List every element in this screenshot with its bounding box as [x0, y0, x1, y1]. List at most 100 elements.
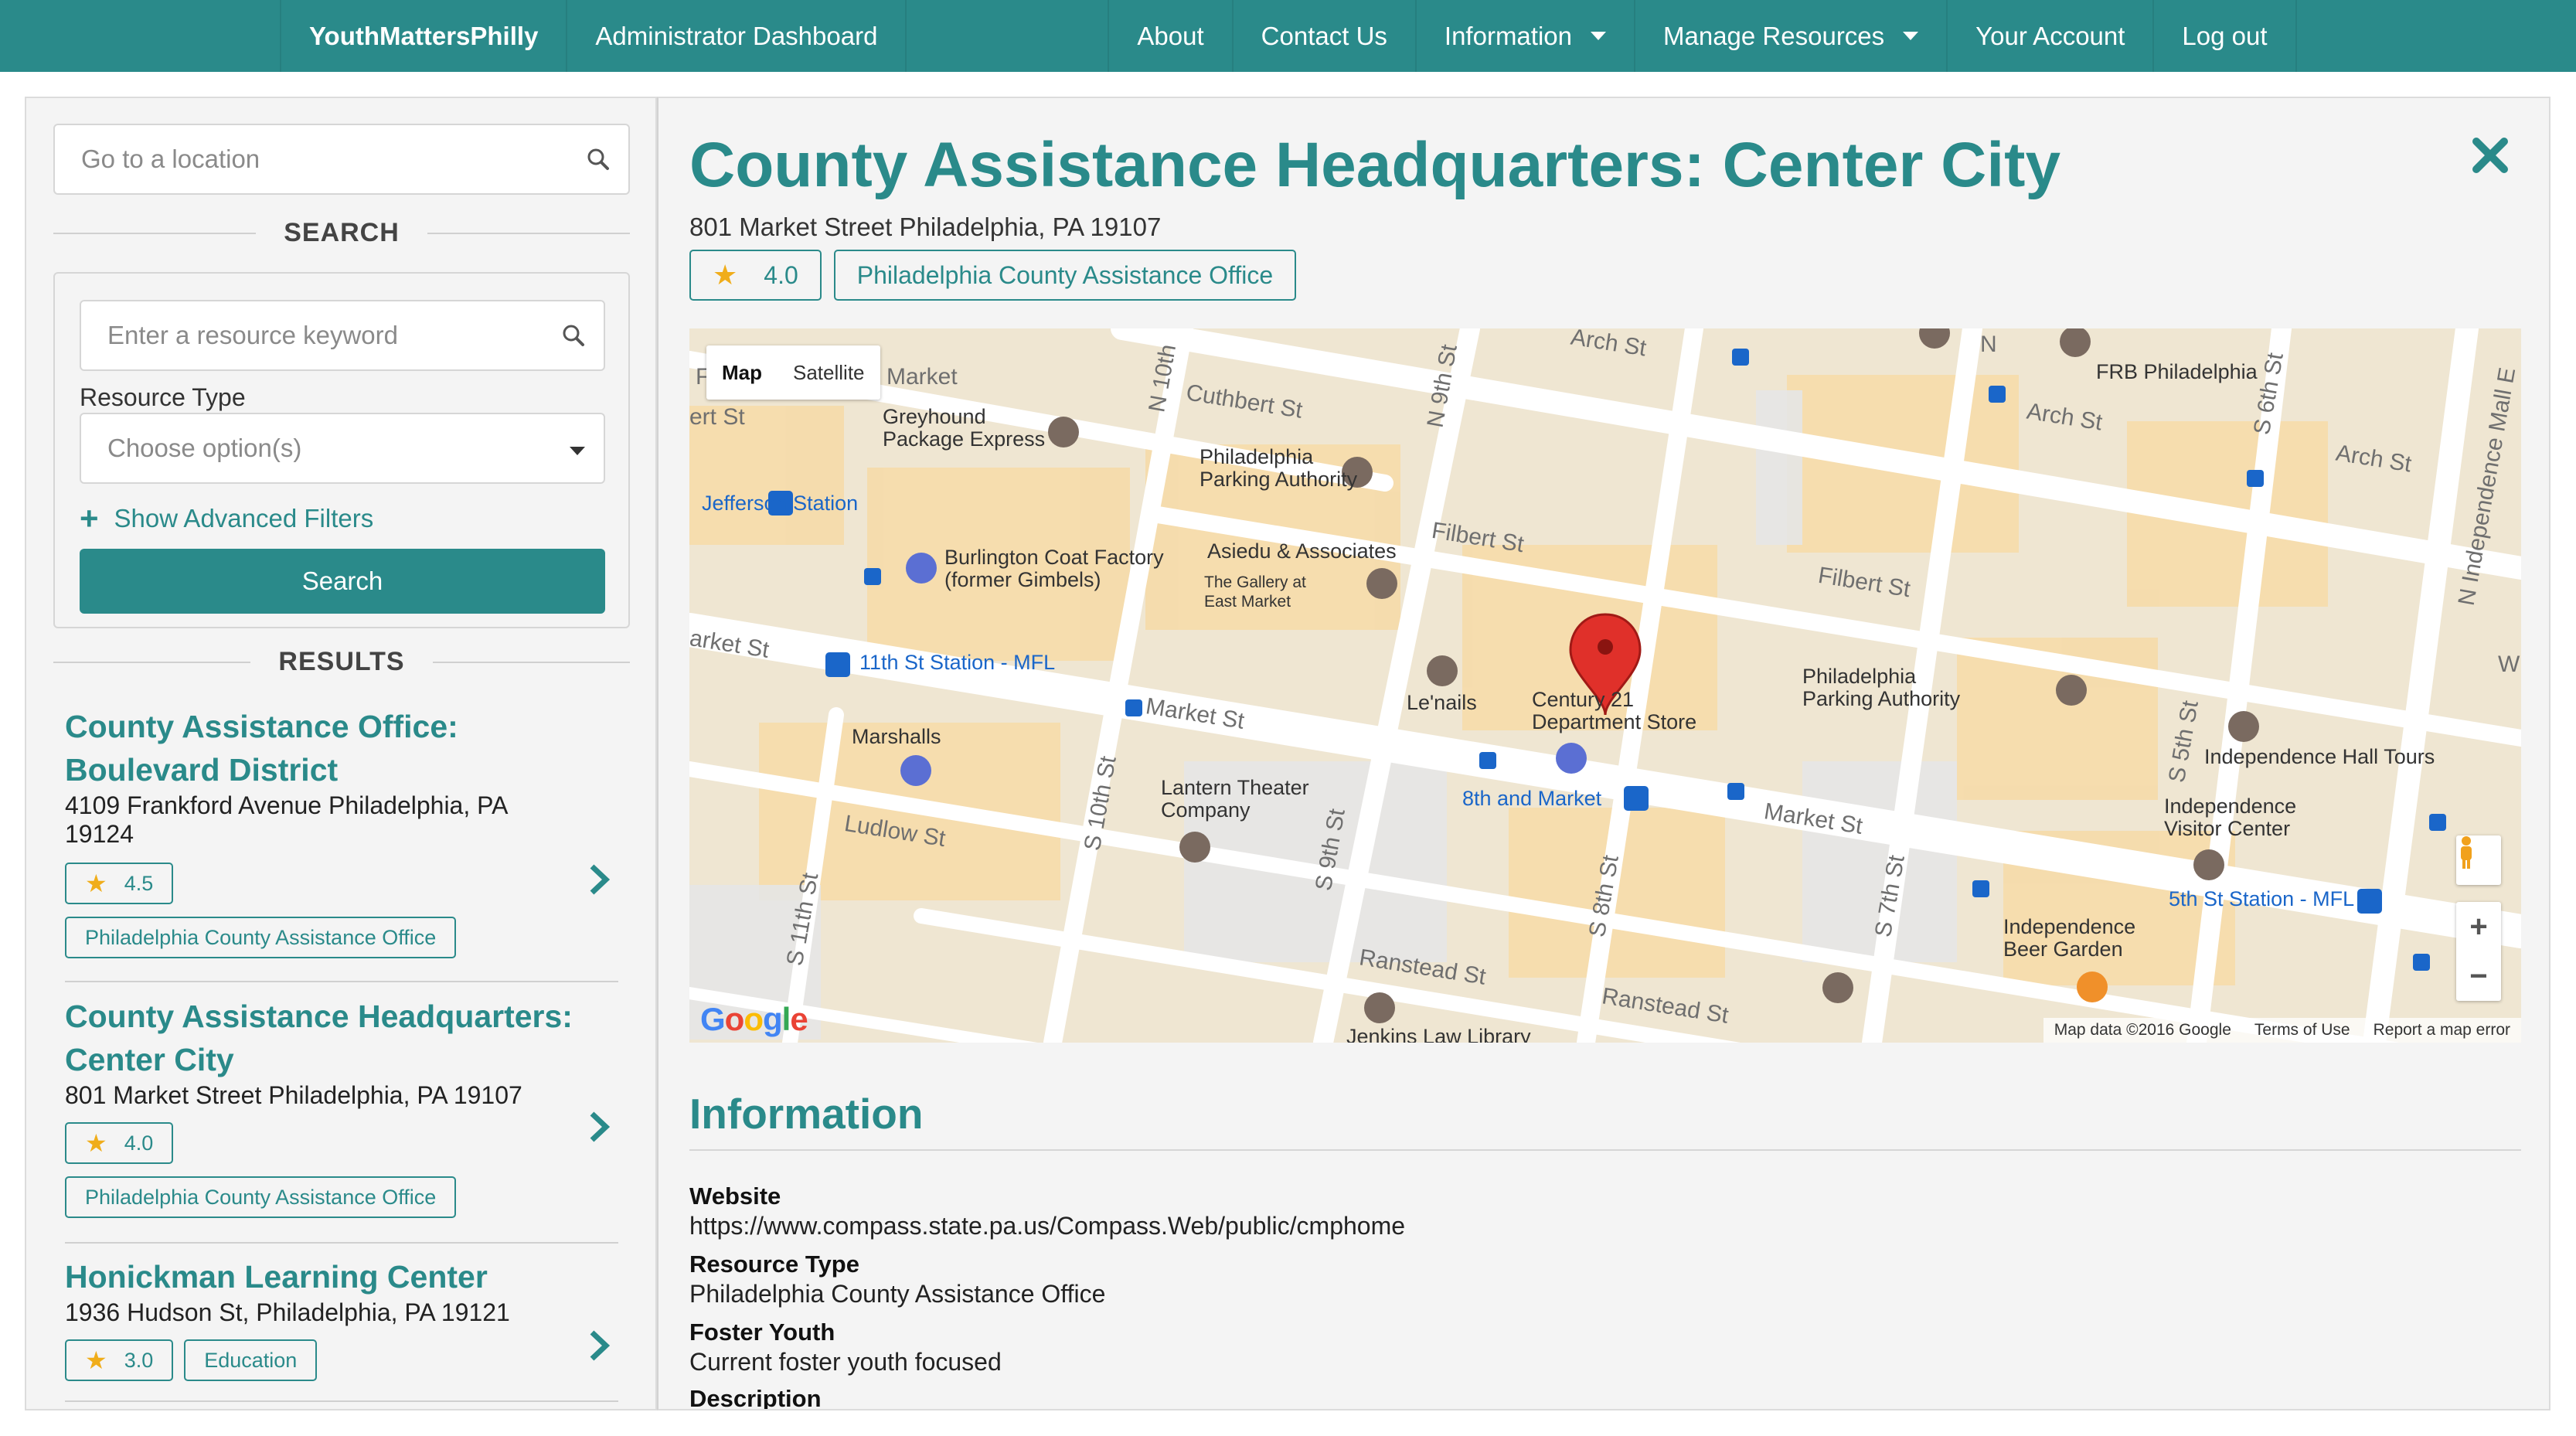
map-label: Independence Hall Tours — [2204, 745, 2435, 768]
nav-contact[interactable]: Contact Us — [1234, 0, 1417, 72]
result-divider — [65, 1400, 618, 1402]
star-icon: ★ — [85, 1129, 107, 1157]
map-data-credit: Map data ©2016 Google — [2054, 1021, 2231, 1039]
nav-admin-dashboard[interactable]: Administrator Dashboard — [567, 0, 907, 72]
nav-your-account[interactable]: Your Account — [1948, 0, 2155, 72]
street-label: l Market — [875, 364, 958, 390]
nav-log-out[interactable]: Log out — [2154, 0, 2297, 72]
info-foster-youth: Foster Youth Current foster youth focuse… — [689, 1318, 1002, 1376]
map-label: The Gallery at East Market — [1204, 573, 1306, 611]
map-label: Burlington Coat Factory (former Gimbels) — [944, 546, 1164, 591]
map-label: Philadelphia Parking Authority — [1802, 665, 1961, 710]
zoom-in-button[interactable]: + — [2456, 902, 2501, 951]
street-label: W — [2498, 652, 2520, 677]
keyword-placeholder: Enter a resource keyword — [107, 321, 399, 349]
close-icon[interactable] — [2472, 137, 2509, 174]
zoom-controls: + − — [2456, 902, 2501, 1001]
top-navbar: YouthMattersPhilly Administrator Dashboa… — [0, 0, 2576, 72]
result-tag-row: Philadelphia County Assistance Office — [65, 1176, 618, 1218]
search-icon[interactable] — [587, 148, 610, 171]
map-label: Marshalls — [852, 725, 941, 748]
result-address: 801 Market Street Philadelphia, PA 19107 — [65, 1081, 522, 1109]
chevron-right-icon[interactable] — [587, 863, 611, 896]
search-heading: SEARCH — [53, 218, 631, 248]
map-label: 8th and Market — [1462, 787, 1602, 810]
chevron-right-icon[interactable] — [587, 1329, 611, 1362]
page-title: County Assistance Headquarters: Center C… — [689, 130, 2061, 200]
search-button[interactable]: Search — [80, 549, 605, 614]
rating-value: 4.0 — [124, 1131, 154, 1155]
report-map-error-link[interactable]: Report a map error — [2374, 1021, 2510, 1040]
result-item[interactable]: County Assistance Office: Boulevard Dist… — [65, 705, 618, 958]
nav-information-dropdown[interactable]: Information — [1417, 0, 1635, 72]
terms-of-use-link[interactable]: Terms of Use — [2254, 1021, 2350, 1040]
resource-type-label: Resource Type — [80, 383, 246, 411]
brand-link[interactable]: YouthMattersPhilly — [280, 0, 568, 72]
nav-information-label: Information — [1444, 21, 1572, 50]
info-label: Description — [689, 1385, 822, 1410]
info-label: Website — [689, 1182, 781, 1210]
map-view[interactable]: Greyhound Package Express Philadelphia Par… — [689, 328, 2521, 1043]
chevron-down-icon — [1903, 32, 1919, 40]
star-icon: ★ — [713, 259, 738, 291]
resource-type-tag[interactable]: Philadelphia County Assistance Office — [833, 250, 1297, 301]
info-label: Foster Youth — [689, 1319, 835, 1346]
info-value: Current foster youth focused — [689, 1348, 1002, 1376]
pegman-icon — [2461, 836, 2472, 869]
result-rating-row: ★ 4.0 — [65, 1122, 618, 1164]
advanced-filters-label: Show Advanced Filters — [114, 504, 374, 533]
section-divider — [689, 1149, 2521, 1151]
results-heading: RESULTS — [53, 647, 630, 677]
nav-manage-label: Manage Resources — [1663, 21, 1885, 50]
resource-type-select[interactable]: Choose option(s) — [80, 413, 605, 484]
rating-badge: ★ 4.0 — [65, 1122, 174, 1164]
map-attribution: Map data ©2016 Google Terms of Use Repor… — [2043, 1018, 2521, 1043]
result-divider — [65, 1242, 618, 1244]
chevron-right-icon[interactable] — [587, 1111, 611, 1143]
nav-manage-resources-dropdown[interactable]: Manage Resources — [1635, 0, 1948, 72]
street-view-pegman-icon[interactable] — [2456, 835, 2501, 885]
rating-value: 3.0 — [124, 1348, 154, 1372]
rating-badge: ★ 3.0 — [65, 1339, 174, 1381]
map-label: Philadelphia Parking Authority — [1200, 445, 1358, 491]
result-title[interactable]: Honickman Learning Center — [65, 1255, 618, 1298]
nav-about[interactable]: About — [1108, 0, 1234, 72]
resource-detail-panel: County Assistance Headquarters: Center C… — [657, 97, 2550, 1410]
result-item[interactable]: County Assistance Headquarters: Center C… — [65, 995, 618, 1218]
search-sidebar: Go to a location SEARCH Enter a resource… — [25, 97, 657, 1410]
result-item[interactable]: Honickman Learning Center 1936 Hudson St… — [65, 1255, 618, 1381]
map-label: Greyhound Package Express — [883, 405, 1046, 451]
star-icon: ★ — [85, 1346, 107, 1374]
detail-badge-row: ★ 4.0 Philadelphia County Assistance Off… — [689, 250, 1297, 301]
location-placeholder: Go to a location — [81, 145, 260, 173]
result-tag-row: Philadelphia County Assistance Office — [65, 917, 618, 958]
website-link[interactable]: https://www.compass.state.pa.us/Compass.… — [689, 1211, 1405, 1240]
detail-address: 801 Market Street Philadelphia, PA 19107 — [689, 213, 1162, 241]
chevron-down-icon — [1591, 32, 1606, 40]
street-label: ert St — [689, 404, 745, 430]
map-type-toggle[interactable]: Map Satellite — [706, 345, 880, 400]
search-icon[interactable] — [562, 324, 585, 347]
map-label: Jefferson Station — [702, 492, 859, 515]
resource-type-tag[interactable]: Philadelphia County Assistance Office — [65, 1176, 457, 1218]
result-title[interactable]: County Assistance Headquarters: Center C… — [65, 995, 618, 1081]
rating-value: 4.0 — [764, 260, 798, 289]
result-rating-row: ★ 4.5 — [65, 863, 618, 904]
location-search-input[interactable]: Go to a location — [53, 124, 630, 195]
map-type-satellite-button[interactable]: Satellite — [778, 345, 880, 400]
street-label: N — [1980, 332, 1997, 357]
map-label: Century 21 Department Store — [1532, 688, 1697, 733]
keyword-input[interactable]: Enter a resource keyword — [80, 300, 605, 371]
resource-type-tag[interactable]: Education — [184, 1339, 318, 1381]
result-title[interactable]: County Assistance Office: Boulevard Dist… — [65, 705, 618, 791]
result-address: 1936 Hudson St, Philadelphia, PA 19121 — [65, 1298, 510, 1326]
result-address: 4109 Frankford Avenue Philadelphia, PA 1… — [65, 791, 507, 848]
info-website: Website https://www.compass.state.pa.us/… — [689, 1182, 1405, 1240]
zoom-out-button[interactable]: − — [2456, 951, 2501, 1001]
show-advanced-filters-link[interactable]: + Show Advanced Filters — [80, 502, 373, 535]
map-type-map-button[interactable]: Map — [706, 345, 778, 400]
map-label: 5th St Station - MFL — [2169, 887, 2355, 910]
resource-type-tag[interactable]: Philadelphia County Assistance Office — [65, 917, 457, 958]
resource-type-placeholder: Choose option(s) — [107, 434, 302, 462]
